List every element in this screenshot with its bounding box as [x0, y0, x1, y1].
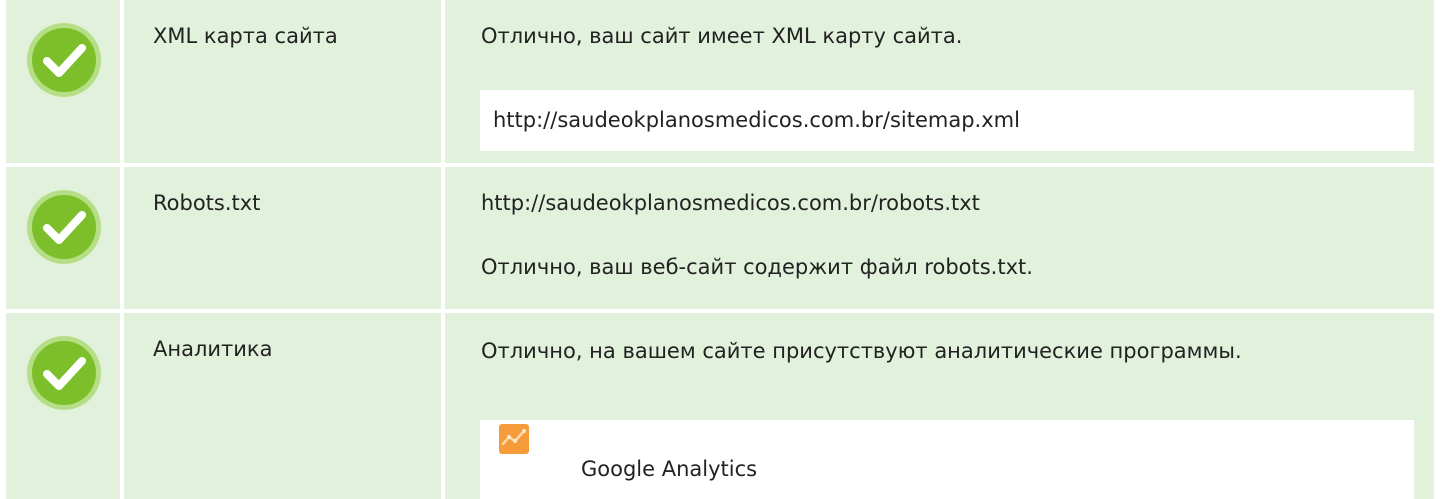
check-message: Отлично, ваш сайт имеет XML карту сайта.	[481, 24, 963, 48]
status-cell	[6, 167, 120, 309]
check-message: Отлично, на вашем сайте присутствуют ана…	[481, 339, 1242, 363]
label-cell: Аналитика	[124, 313, 441, 499]
check-circle-icon	[27, 336, 101, 410]
label-cell: XML карта сайта	[124, 0, 441, 163]
status-cell	[6, 0, 120, 163]
check-message: Отлично, ваш веб-сайт содержит файл robo…	[481, 255, 1033, 279]
value-cell: Отлично, на вашем сайте присутствуют ана…	[445, 313, 1434, 499]
check-circle-icon	[27, 23, 101, 97]
sitemap-url: http://saudeokplanosmedicos.com.br/sitem…	[493, 108, 1020, 132]
table-row-sitemap: XML карта сайта Отлично, ваш сайт имеет …	[0, 0, 1448, 163]
table-row-analytics: Аналитика Отлично, на вашем сайте присут…	[0, 313, 1448, 499]
robots-url: http://saudeokplanosmedicos.com.br/robot…	[481, 191, 980, 215]
check-circle-icon	[27, 190, 101, 264]
check-label: Robots.txt	[153, 191, 261, 215]
check-label: XML карта сайта	[153, 24, 338, 48]
analytics-tool-name: Google Analytics	[581, 457, 758, 481]
google-analytics-icon	[499, 424, 529, 454]
sitemap-url-box: http://saudeokplanosmedicos.com.br/sitem…	[480, 90, 1414, 151]
label-cell: Robots.txt	[124, 167, 441, 309]
seo-check-table: XML карта сайта Отлично, ваш сайт имеет …	[0, 0, 1448, 499]
value-cell: Отлично, ваш сайт имеет XML карту сайта.…	[445, 0, 1434, 163]
status-cell	[6, 313, 120, 499]
value-cell: http://saudeokplanosmedicos.com.br/robot…	[445, 167, 1434, 309]
table-row-robots: Robots.txt http://saudeokplanosmedicos.c…	[0, 167, 1448, 309]
check-label: Аналитика	[153, 337, 273, 361]
analytics-tool-box: Google Analytics	[480, 420, 1414, 499]
